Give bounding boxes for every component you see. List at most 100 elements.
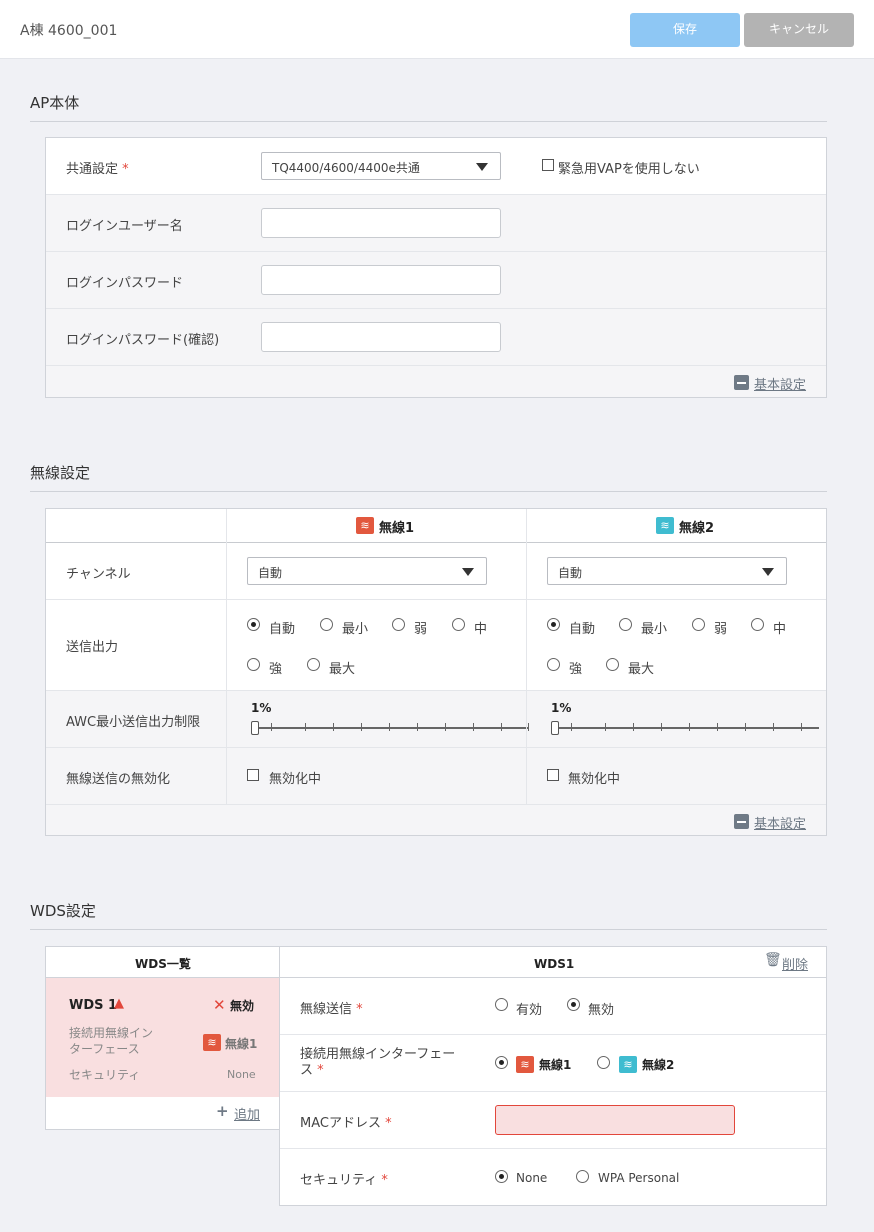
disable-row: 無線送信の無効化 無効化中 無効化中	[46, 748, 826, 805]
wds-iface-radio2[interactable]	[597, 1056, 610, 1069]
ap-section-title: AP本体	[30, 94, 80, 112]
emergency-vap-label: 緊急用VAPを使用しない	[558, 162, 700, 177]
login-password-row: ログインパスワード	[46, 252, 826, 309]
wds-tx-enable-label: 有効	[516, 1003, 543, 1018]
tx2-auto-radio[interactable]	[547, 618, 560, 631]
chevron-down-icon	[462, 568, 474, 576]
tx1-min-radio[interactable]	[320, 618, 333, 631]
column-divider	[526, 509, 527, 805]
wds-list-item[interactable]: WDS 1 ▲ ✕ 無効 接続用無線インターフェース ≋ 無線1 セキュリティ …	[46, 978, 279, 1097]
wds-tx-row: 無線送信 * 有効 無効	[280, 978, 826, 1035]
slider-tick	[571, 723, 572, 731]
delete-link[interactable]: 削除	[782, 954, 808, 973]
wds-security-none-label: None	[516, 1171, 548, 1185]
wds-tx-label: 無線送信 *	[300, 1002, 363, 1017]
emergency-vap-checkbox[interactable]	[542, 159, 554, 171]
wireless-footer: 基本設定	[46, 805, 826, 835]
tx1-strong-radio[interactable]	[247, 658, 260, 671]
divider	[30, 491, 827, 492]
tx-power-label: 送信出力	[66, 640, 119, 655]
slider-tick	[501, 723, 502, 731]
slider-tick	[361, 723, 362, 731]
wds-security-wpa-radio[interactable]	[576, 1170, 589, 1183]
tx1-weak-radio[interactable]	[392, 618, 405, 631]
wds-tx-disable-radio[interactable]	[567, 998, 580, 1011]
chevron-down-icon	[762, 568, 774, 576]
slider-tick	[305, 723, 306, 731]
radio2-header: 無線2	[679, 521, 715, 536]
wds-item-status: 無効	[230, 999, 255, 1013]
add-wds-link[interactable]: 追加	[234, 1104, 260, 1123]
tx2-min-radio[interactable]	[619, 618, 632, 631]
collapse-icon[interactable]	[734, 814, 749, 829]
common-settings-select[interactable]: TQ4400/4600/4400e共通	[261, 152, 501, 180]
disable2-label: 無効化中	[568, 772, 621, 787]
collapse-icon[interactable]	[734, 375, 749, 390]
channel2-value: 自動	[558, 566, 583, 580]
wds-detail-panel: WDS1 🗑 削除 無線送信 * 有効 無効 接続用無線インターフェース * ≋…	[279, 946, 827, 1206]
wds-tx-disable-label: 無効	[588, 1003, 615, 1018]
cancel-button[interactable]: キャンセル	[744, 13, 854, 47]
tx1-auto-radio[interactable]	[247, 618, 260, 631]
channel-row: チャンネル 自動 自動	[46, 543, 826, 600]
wifi-icon: ≋	[516, 1056, 534, 1073]
awc2-value: 1%	[551, 701, 572, 715]
wds-item-iface-label: 接続用無線インターフェース	[69, 1026, 154, 1056]
basic-settings-link[interactable]: 基本設定	[754, 374, 806, 393]
divider	[30, 929, 827, 930]
tx2-weak-radio[interactable]	[692, 618, 705, 631]
channel2-select[interactable]: 自動	[547, 557, 787, 585]
wds-security-none-radio[interactable]	[495, 1170, 508, 1183]
wds-mac-row: MACアドレス *	[280, 1092, 826, 1149]
wds-iface-radio1[interactable]	[495, 1056, 508, 1069]
chevron-down-icon	[476, 163, 488, 171]
login-password-input[interactable]	[261, 265, 501, 295]
radio1-header: 無線1	[379, 521, 415, 536]
wds-iface-opt1-label: 無線1	[539, 1058, 572, 1072]
slider-handle[interactable]	[551, 721, 559, 735]
awc2-slider[interactable]	[551, 719, 819, 739]
disable2-checkbox[interactable]	[547, 769, 559, 781]
wds-list-title: WDS一覧	[135, 957, 191, 971]
tx2-max-label: 最大	[628, 662, 655, 677]
trash-icon[interactable]: 🗑	[764, 952, 782, 968]
channel1-value: 自動	[258, 566, 283, 580]
channel1-select[interactable]: 自動	[247, 557, 487, 585]
wifi-icon: ≋	[656, 517, 674, 534]
wds-section-title: WDS設定	[30, 902, 96, 920]
wds-iface-row: 接続用無線インターフェース * ≋ 無線1 ≋ 無線2	[280, 1035, 826, 1092]
awc1-slider[interactable]	[251, 719, 529, 739]
wds-iface-label: 接続用無線インターフェース *	[300, 1047, 456, 1078]
login-user-input[interactable]	[261, 208, 501, 238]
slider-handle[interactable]	[251, 721, 259, 735]
wds-security-wpa-label: WPA Personal	[598, 1171, 680, 1185]
slider-tick	[417, 723, 418, 731]
tx1-auto-label: 自動	[269, 622, 296, 637]
plus-icon[interactable]: +	[216, 1102, 229, 1120]
tx1-max-label: 最大	[329, 662, 356, 677]
wds-list-panel: WDS一覧 WDS 1 ▲ ✕ 無効 接続用無線インターフェース ≋ 無線1 セ…	[45, 946, 280, 1130]
disable1-checkbox[interactable]	[247, 769, 259, 781]
slider-tick	[801, 723, 802, 731]
slider-tick	[528, 723, 529, 731]
wds-item-iface-value: 無線1	[225, 1037, 258, 1051]
tx2-strong-radio[interactable]	[547, 658, 560, 671]
wds-tx-enable-radio[interactable]	[495, 998, 508, 1011]
tx2-weak-label: 弱	[714, 622, 728, 637]
wds-item-name: WDS 1	[69, 998, 118, 1013]
tx2-mid-radio[interactable]	[751, 618, 764, 631]
tx2-mid-label: 中	[773, 622, 787, 637]
login-password-confirm-input[interactable]	[261, 322, 501, 352]
wds-item-security-value: None	[227, 1068, 256, 1081]
page-title: A棟 4600_001	[20, 23, 118, 39]
awc-row: AWC最小送信出力制限 1% 1%	[46, 691, 826, 748]
tx1-mid-radio[interactable]	[452, 618, 465, 631]
save-button[interactable]: 保存	[630, 13, 740, 47]
slider-tick	[271, 723, 272, 731]
tx2-max-radio[interactable]	[606, 658, 619, 671]
mac-address-input[interactable]	[495, 1105, 735, 1135]
tx2-auto-label: 自動	[569, 622, 596, 637]
basic-settings-link[interactable]: 基本設定	[754, 813, 806, 832]
tx1-max-radio[interactable]	[307, 658, 320, 671]
slider-tick	[445, 723, 446, 731]
